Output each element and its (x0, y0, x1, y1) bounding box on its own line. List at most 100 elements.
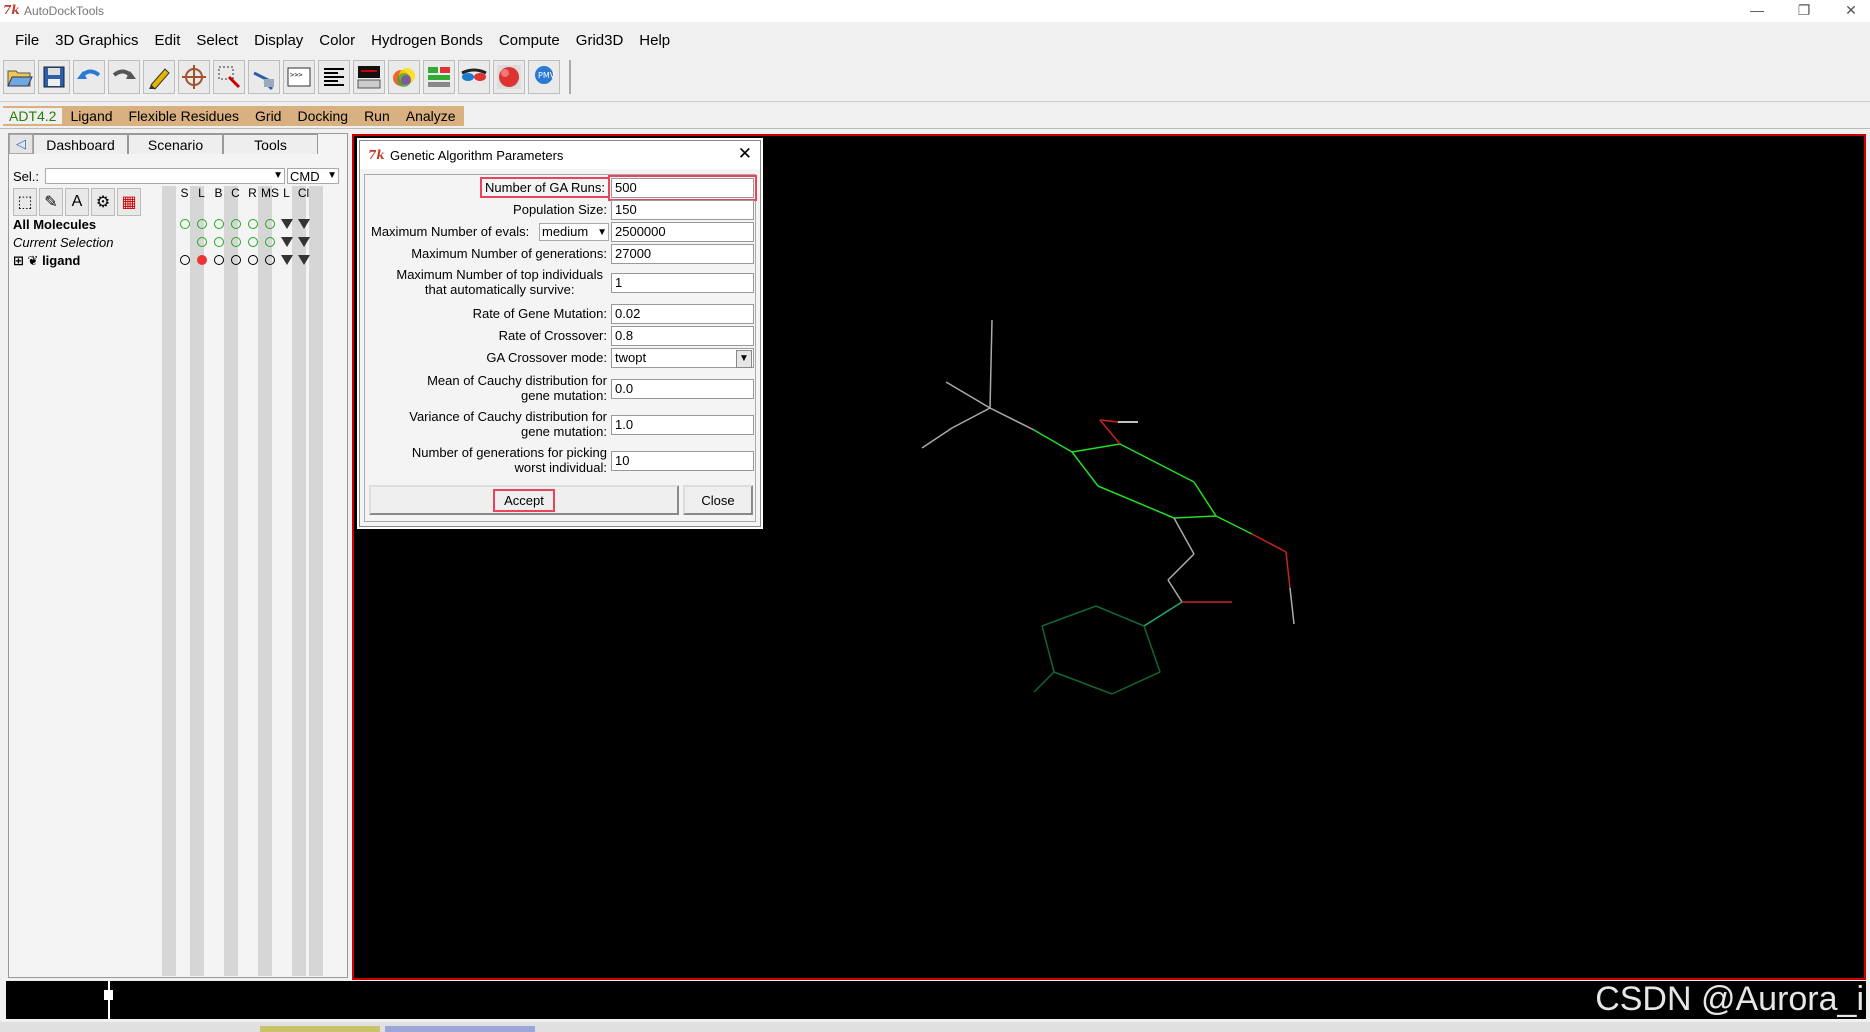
toggle-ribbon[interactable] (244, 217, 261, 231)
labels-dropdown-icon[interactable] (278, 253, 295, 267)
adt-tab-grid[interactable]: Grid (247, 108, 289, 124)
open-folder-icon[interactable] (3, 60, 35, 94)
worst-individual-input[interactable]: 10 (611, 451, 754, 471)
toggle-ribbon[interactable] (244, 253, 261, 267)
top-individuals-input[interactable]: 1 (611, 273, 754, 293)
python-shell-icon[interactable]: >>> (283, 60, 315, 94)
menu-3d-graphics[interactable]: 3D Graphics (47, 32, 146, 49)
slider-track[interactable] (108, 981, 110, 1019)
accept-button[interactable]: Accept (369, 485, 679, 515)
toggle-balls[interactable] (210, 217, 227, 231)
redo-icon[interactable] (108, 60, 140, 94)
tab-scenario[interactable]: Scenario (128, 134, 223, 154)
tree-all-molecules[interactable]: All Molecules (13, 217, 96, 232)
minimize-button[interactable]: — (1742, 2, 1772, 18)
save-disk-icon[interactable] (38, 60, 70, 94)
expand-icon[interactable]: ⊞ (13, 253, 24, 268)
ruler-icon[interactable]: ▦ (117, 188, 141, 216)
label-text-icon[interactable]: A (65, 188, 89, 216)
menu-select[interactable]: Select (188, 32, 246, 49)
menu-edit[interactable]: Edit (147, 32, 189, 49)
crossover-mode-select[interactable]: twopt ▼ (611, 348, 754, 368)
chevron-down-icon[interactable]: ▼ (736, 350, 752, 368)
selection-icon[interactable] (213, 60, 245, 94)
close-button[interactable]: Close (683, 485, 753, 515)
menu-compute[interactable]: Compute (491, 32, 568, 49)
color-dropdown-icon[interactable] (295, 235, 312, 249)
gui-layout-icon[interactable] (423, 60, 455, 94)
pencil-icon[interactable] (143, 60, 175, 94)
labels-dropdown-icon[interactable] (278, 235, 295, 249)
ga-runs-input[interactable]: 500 (608, 175, 757, 201)
stereo-glasses-icon[interactable] (458, 60, 490, 94)
close-window-button[interactable]: ✕ (1836, 2, 1866, 19)
close-icon[interactable]: ✕ (738, 144, 752, 164)
col-ribbon[interactable]: R (244, 186, 261, 200)
tree-current-selection[interactable]: Current Selection (13, 235, 113, 250)
col-lines[interactable]: L (193, 186, 210, 200)
adt-tab-analyze[interactable]: Analyze (398, 108, 464, 124)
population-size-input[interactable]: 150 (611, 200, 754, 220)
adt-tab-flexible-residues[interactable]: Flexible Residues (121, 108, 248, 124)
labels-dropdown-icon[interactable] (278, 217, 295, 231)
adt-tab-ligand[interactable]: Ligand (62, 108, 120, 124)
toggle-msms[interactable] (261, 217, 278, 231)
hand-pick-icon[interactable] (248, 60, 280, 94)
col-cpk[interactable]: C (227, 186, 244, 200)
toggle-msms[interactable] (261, 253, 278, 267)
toggle-balls[interactable] (210, 253, 227, 267)
color-dropdown-icon[interactable] (295, 217, 312, 231)
toggle-balls[interactable] (210, 235, 227, 249)
menu-grid3d[interactable]: Grid3D (568, 32, 632, 49)
toggle-lines[interactable] (193, 217, 210, 231)
evals-preset-select[interactable]: medium ▼ (539, 223, 609, 241)
col-msms[interactable]: MS (261, 186, 279, 200)
color-sphere-icon[interactable] (388, 60, 420, 94)
toggle-cpk[interactable] (227, 235, 244, 249)
toggle-lines[interactable] (193, 253, 210, 267)
selection-combobox[interactable]: ▼ (45, 168, 285, 184)
pencil-icon[interactable]: ✎ (39, 188, 63, 216)
max-evals-input[interactable]: 2500000 (611, 222, 754, 242)
menu-color[interactable]: Color (311, 32, 363, 49)
select-pick-icon[interactable]: ⬚ (13, 188, 37, 216)
col-balls[interactable]: B (210, 186, 227, 200)
surface-icon[interactable] (493, 60, 525, 94)
gear-icon[interactable]: ⚙ (91, 188, 115, 216)
tab-tools[interactable]: Tools (223, 134, 318, 154)
max-generations-input[interactable]: 27000 (611, 244, 754, 264)
cauchy-variance-input[interactable]: 1.0 (611, 415, 754, 435)
restore-button[interactable]: ❐ (1789, 2, 1819, 19)
menu-display[interactable]: Display (246, 32, 311, 49)
collapse-arrow-icon[interactable]: ◁ (9, 134, 33, 154)
adt-tab-version[interactable]: ADT4.2 (3, 108, 63, 124)
menu-help[interactable]: Help (631, 32, 678, 49)
col-labels[interactable]: L (278, 186, 295, 200)
col-color[interactable]: Cl (295, 186, 312, 200)
toggle-lines[interactable] (193, 235, 210, 249)
text-align-icon[interactable] (318, 60, 350, 94)
col-show[interactable]: S (176, 186, 193, 200)
cauchy-mean-input[interactable]: 0.0 (611, 379, 754, 399)
adt-tab-docking[interactable]: Docking (289, 108, 356, 124)
adt-tab-run[interactable]: Run (356, 108, 398, 124)
crossover-rate-input[interactable]: 0.8 (611, 326, 754, 346)
toggle-show[interactable] (176, 217, 193, 231)
monitor-icon[interactable] (353, 60, 385, 94)
color-dropdown-icon[interactable] (295, 253, 312, 267)
tab-dashboard[interactable]: Dashboard (33, 134, 128, 154)
tree-ligand[interactable]: ⊞ ❦ ligand (13, 253, 80, 269)
toggle-ribbon[interactable] (244, 235, 261, 249)
menu-file[interactable]: File (0, 32, 47, 49)
toggle-show[interactable] (176, 253, 193, 267)
crosshair-icon[interactable] (178, 60, 210, 94)
cmd-combobox[interactable]: CMD ▼ (287, 168, 339, 184)
menu-hydrogen-bonds[interactable]: Hydrogen Bonds (363, 32, 491, 49)
toggle-cpk[interactable] (227, 217, 244, 231)
undo-icon[interactable] (73, 60, 105, 94)
toggle-msms[interactable] (261, 235, 278, 249)
slider-handle[interactable] (104, 990, 113, 1000)
pmv-logo-icon[interactable]: PMV (528, 60, 560, 94)
gene-mutation-rate-input[interactable]: 0.02 (611, 304, 754, 324)
toggle-cpk[interactable] (227, 253, 244, 267)
